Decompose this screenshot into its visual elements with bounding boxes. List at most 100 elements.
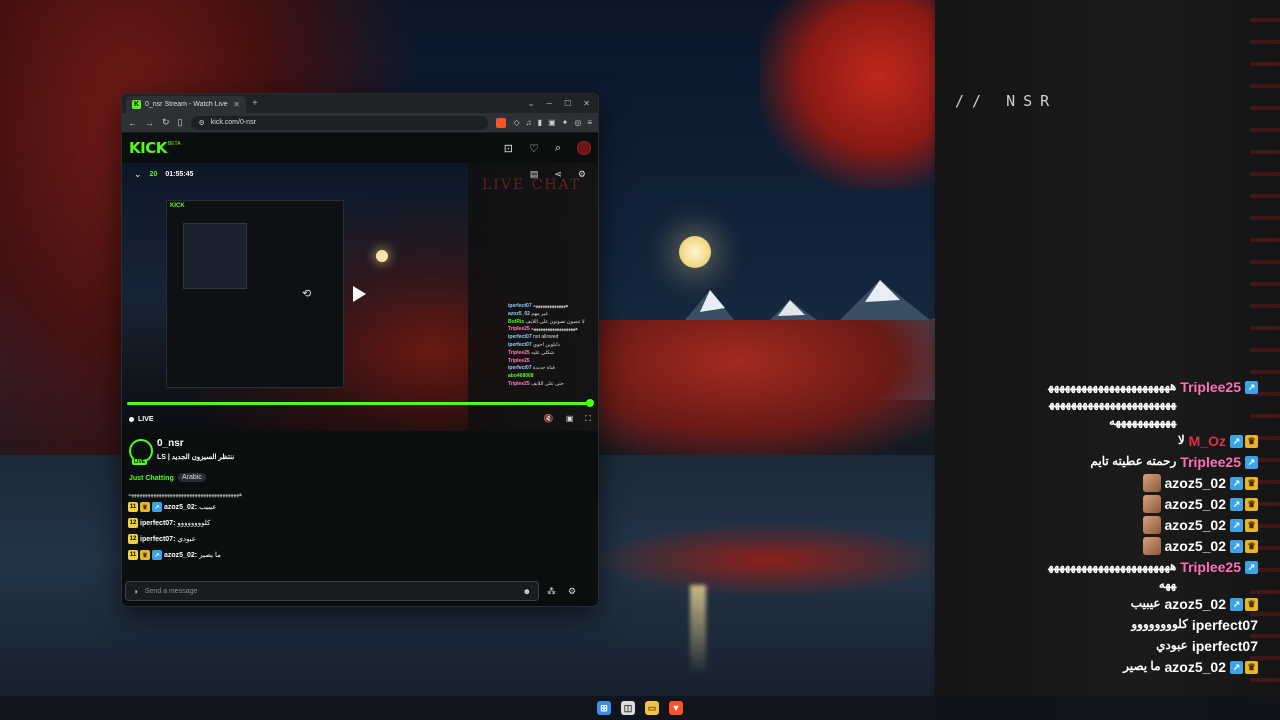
maximize-icon[interactable]: ☐ <box>564 99 571 108</box>
live-label: LIVE <box>138 415 154 423</box>
overlay-chat-message: azoz5_02 ↗ ♛ <box>938 537 1258 556</box>
reload-icon[interactable]: ↻ <box>162 117 170 128</box>
viewer-count: 20 <box>149 170 158 178</box>
chat-username[interactable]: azoz5_02: <box>164 552 197 559</box>
minimize-icon[interactable]: ─ <box>546 99 552 108</box>
smiley-icon[interactable]: ☻ <box>523 587 531 596</box>
menu-icon[interactable]: ≡ <box>587 118 592 127</box>
overlay-username: M_Oz <box>1188 433 1226 450</box>
crown-badge-icon: ♛ <box>1245 660 1258 674</box>
overlay-username: azoz5_02 <box>1164 475 1226 492</box>
settings-icon[interactable]: ⚙ <box>578 169 586 180</box>
overlay-chat-message: عيبيب azoz5_02 ↗ ♛ <box>938 595 1258 614</box>
sidebar-icon[interactable]: ▮ <box>538 118 542 127</box>
extension-icon[interactable]: ◇ <box>514 118 520 127</box>
chevron-down-icon[interactable]: ⌄ <box>528 99 535 108</box>
video-chat-text: دابلوين اخوي <box>533 341 560 348</box>
store-icon[interactable]: ◫ <box>621 701 635 715</box>
overlay-message-text: عبودي <box>1156 637 1188 652</box>
progress-bar[interactable] <box>127 402 589 405</box>
chat-username[interactable]: iperfect07: <box>140 520 175 527</box>
collapse-icon[interactable]: ⌄ <box>134 169 142 180</box>
kick-logo[interactable]: KICK <box>129 139 167 157</box>
badges: ↗ ♛ <box>1230 474 1258 493</box>
overlay-message-text: لا <box>1177 433 1185 448</box>
chat-settings-icon[interactable]: ⚙ <box>568 586 576 597</box>
crown-badge-icon: ♛ <box>1245 477 1258 491</box>
volume-muted-icon[interactable]: 🔇 <box>544 414 554 424</box>
badges: ↗ ♛ <box>1230 516 1258 535</box>
browser-tab[interactable]: K 0_nsr Stream - Watch Live on Ki... ✕ <box>126 96 246 113</box>
url-text: kick.com/0-nsr <box>210 119 256 126</box>
back-icon[interactable]: ← <box>128 118 137 128</box>
chat-message[interactable]: 12 iperfect07: كلوووووووو <box>128 515 592 531</box>
share-icon[interactable]: ⋖ <box>554 169 562 180</box>
bookmark-icon[interactable]: ▯ <box>178 117 183 128</box>
close-icon[interactable]: ✕ <box>583 99 590 108</box>
chat-message[interactable]: 11 ♛ ↗ azoz5_02: عيبيب <box>128 499 592 515</box>
video-chat-line: azoz5_02 غير مهم <box>508 311 598 319</box>
player-bottom-bar: LIVE 🔇 ▣ ⛶ <box>122 411 598 427</box>
clip-icon[interactable]: ▤ <box>530 169 539 180</box>
rewind-icon[interactable]: ⟲ <box>302 287 311 300</box>
music-icon[interactable]: ♫ <box>526 118 532 127</box>
overlay-chat-message: هههههههههههههههههههههههههه Triplee25 ↗ <box>938 558 1258 593</box>
video-chat-text: قناة جديدة <box>533 365 555 372</box>
overlay-message-text: ما يصير <box>1123 658 1161 673</box>
overlay-username: azoz5_02 <box>1164 595 1226 612</box>
leo-icon[interactable]: ✦ <box>562 118 569 127</box>
forward-icon[interactable]: → <box>145 118 154 128</box>
subscriber-badge-icon: ↗ <box>152 502 162 512</box>
users-icon[interactable]: ⁂ <box>547 586 556 597</box>
address-bar: ← → ↻ ▯ ⚙ kick.com/0-nsr ◇ ♫ ▮ ▣ ✦ ◎ ≡ <box>122 113 598 133</box>
video-chat-user: Triplee25 <box>508 349 530 356</box>
brave-shield-icon[interactable] <box>495 117 506 128</box>
close-tab-icon[interactable]: ✕ <box>233 100 240 109</box>
heart-icon[interactable]: ♡ <box>529 142 539 155</box>
file-explorer-icon[interactable]: ▭ <box>645 701 659 715</box>
overlay-username: azoz5_02 <box>1164 496 1226 513</box>
chat-messages: هههههههههههههههههههههههههههههههههههههههه… <box>122 491 598 575</box>
video-chat-line: iperfect07 قناة جديدة <box>508 365 598 373</box>
video-player[interactable]: LIVE CHAT KICK ⌄ 20 01:55:45 ▤ ⋖ ⚙ ⟲ ipe… <box>122 163 598 431</box>
play-icon[interactable] <box>353 286 366 302</box>
stream-tag[interactable]: Arabic <box>178 473 206 482</box>
gift-icon[interactable]: ⊡ <box>504 142 513 155</box>
fullscreen-icon[interactable]: ⛶ <box>585 414 591 424</box>
user-avatar[interactable] <box>577 141 591 155</box>
vpn-icon[interactable]: ◎ <box>574 118 581 127</box>
video-chat-text: لا تنسون تصوتون على اللايف <box>525 318 585 325</box>
chat-username[interactable]: azoz5_02: <box>164 504 197 511</box>
chat-input[interactable]: ◑ Send a message ☻ <box>125 581 539 601</box>
crown-badge-icon: ♛ <box>1245 519 1258 533</box>
video-chat-text: not allowed <box>533 334 559 341</box>
video-overlay-panel <box>468 163 598 431</box>
player-top-bar: ⌄ 20 01:55:45 ▤ ⋖ ⚙ <box>122 163 598 185</box>
overlay-message-text: هههههههههههههههههههههههههههههههههههههههه… <box>1048 379 1177 428</box>
windows-start-icon[interactable]: ⊞ <box>597 701 611 715</box>
video-chat-user: abo468068 <box>508 373 534 380</box>
search-icon[interactable]: ⌕ <box>555 142 561 155</box>
overlay-chat-message: azoz5_02 ↗ ♛ <box>938 516 1258 535</box>
overlay-chat-message: azoz5_02 ↗ ♛ <box>938 495 1258 514</box>
wallet-icon[interactable]: ▣ <box>548 118 556 127</box>
crown-badge-icon: ♛ <box>140 502 150 512</box>
emote-icon <box>1142 495 1161 514</box>
emote-icon <box>1142 537 1161 556</box>
video-chat-user: Triplee25 <box>508 380 530 387</box>
browser-window[interactable]: K 0_nsr Stream - Watch Live on Ki... ✕ +… <box>121 93 599 607</box>
site-info-icon[interactable]: ⚙ <box>199 119 205 127</box>
new-tab-icon[interactable]: + <box>252 98 258 109</box>
channel-name[interactable]: 0_nsr <box>157 438 184 449</box>
emote-icon[interactable]: ◑ <box>133 587 138 596</box>
chat-message[interactable]: 12 iperfect07: عبودي <box>128 531 592 547</box>
video-chat-user: iperfect07 <box>508 365 532 372</box>
url-field[interactable]: ⚙ kick.com/0-nsr <box>190 115 488 130</box>
progress-knob[interactable] <box>586 399 594 407</box>
stream-category[interactable]: Just Chatting <box>129 475 174 482</box>
brave-browser-icon[interactable]: ▼ <box>669 701 683 715</box>
recursive-screen-capture: KICK <box>166 200 344 388</box>
chat-username[interactable]: iperfect07: <box>140 536 175 543</box>
chat-message[interactable]: 11 ♛ ↗ azoz5_02: ما يصير <box>128 547 592 563</box>
pip-icon[interactable]: ▣ <box>566 414 574 424</box>
